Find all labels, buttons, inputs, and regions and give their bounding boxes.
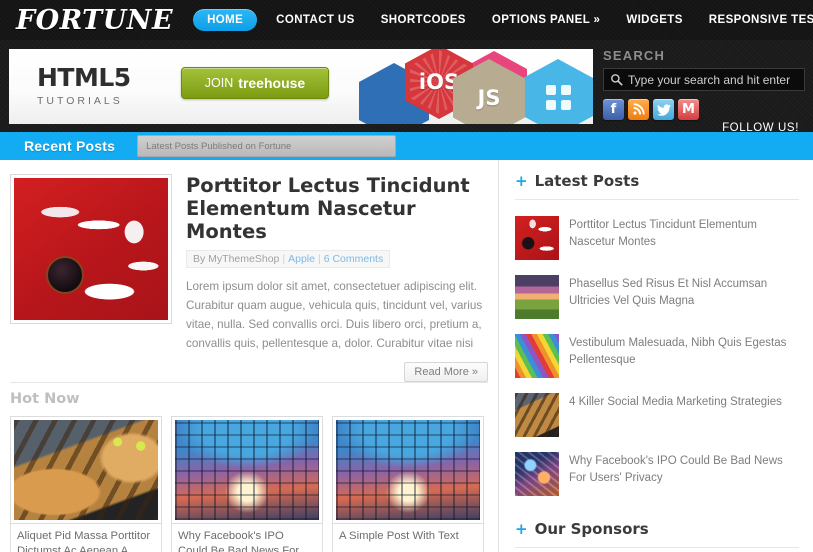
- banner-badges: iOS JS: [353, 49, 593, 124]
- treehouse-label: treehouse: [238, 75, 306, 91]
- search-heading: SEARCH: [603, 48, 666, 63]
- list-item[interactable]: 4 Killer Social Media Marketing Strategi…: [515, 386, 799, 445]
- post-title[interactable]: Why Facebook's IPO Could Be Bad News For…: [569, 452, 799, 496]
- follow-us-label: FOLLOW US!: [722, 122, 799, 134]
- post-title[interactable]: Phasellus Sed Risus Et Nisl Accumsan Ult…: [569, 275, 799, 319]
- arcade-photo: [175, 419, 319, 520]
- banner-headline: HTML5: [37, 63, 131, 92]
- list-item[interactable]: Why Facebook's IPO Could Be Bad News For…: [515, 445, 799, 504]
- header-band: HTML5 TUTORIALS JOIN treehouse iOS JS SE…: [0, 40, 813, 132]
- join-label: JOIN: [204, 76, 234, 90]
- facebook-icon[interactable]: f: [603, 99, 624, 120]
- meta-separator-2: |: [317, 253, 321, 265]
- sponsors-widget-title: + Our Sponsors: [515, 520, 799, 548]
- post-thumbnail-facebook: [515, 452, 559, 496]
- search-icon: [604, 73, 628, 86]
- plus-icon: +: [515, 172, 528, 190]
- main-content-column: Porttitor Lectus Tincidunt Elementum Nas…: [0, 160, 498, 552]
- hot-now-grid: Aliquet Pid Massa Porttitor Dictumst Ac …: [10, 415, 488, 552]
- hot-now-thumbnail[interactable]: [171, 415, 323, 524]
- page-body: Porttitor Lectus Tincidunt Elementum Nas…: [0, 160, 813, 552]
- list-item[interactable]: Vestibulum Malesuada, Nibh Quis Egestas …: [515, 327, 799, 386]
- dot-grid-icon: [545, 84, 571, 110]
- hot-now-card[interactable]: Aliquet Pid Massa Porttitor Dictumst Ac …: [10, 415, 162, 552]
- list-item[interactable]: Porttitor Lectus Tincidunt Elementum Nas…: [515, 209, 799, 268]
- meta-comments-link[interactable]: 6 Comments: [324, 253, 384, 265]
- search-input[interactable]: [628, 72, 804, 87]
- meta-separator-1: |: [282, 253, 286, 265]
- latest-posts-label: Latest Posts: [534, 172, 640, 190]
- post-thumbnail-flower: [515, 216, 559, 260]
- post-thumbnail-cat: [515, 393, 559, 437]
- latest-posts-list: Porttitor Lectus Tincidunt Elementum Nas…: [515, 200, 799, 504]
- hot-now-card[interactable]: A Simple Post With Text: [332, 415, 484, 552]
- tab-recent-posts[interactable]: Recent Posts: [24, 138, 115, 154]
- nav-item-widgets[interactable]: WIDGETS: [613, 0, 695, 40]
- gmail-icon[interactable]: M: [678, 99, 699, 120]
- badge-js-label: JS: [477, 86, 501, 110]
- site-logo[interactable]: FORTUNE: [0, 5, 187, 36]
- recent-posts-subtitle: Latest Posts Published on Fortune: [137, 135, 397, 157]
- recent-posts-bar: Recent Posts Latest Posts Published on F…: [0, 122, 813, 160]
- sponsors-label: Our Sponsors: [534, 520, 649, 538]
- featured-post-excerpt: Lorem ipsum dolor sit amet, consectetuer…: [186, 280, 483, 350]
- post-title[interactable]: Vestibulum Malesuada, Nibh Quis Egestas …: [569, 334, 799, 378]
- hot-now-thumbnail[interactable]: [332, 415, 484, 524]
- sidebar: + Latest Posts Porttitor Lectus Tincidun…: [498, 160, 813, 552]
- plus-icon: +: [515, 520, 528, 538]
- featured-post: Porttitor Lectus Tincidunt Elementum Nas…: [0, 160, 498, 382]
- social-icons: f M: [603, 99, 805, 120]
- nav-item-responsive-test[interactable]: RESPONSIVE TEST: [696, 0, 813, 40]
- twitter-icon[interactable]: [653, 99, 674, 120]
- cat-photo: [14, 419, 158, 520]
- hot-now-section: Hot Now Aliquet Pid Massa Porttitor Dict…: [10, 381, 488, 552]
- nav-item-contact-us[interactable]: CONTACT US: [263, 0, 368, 40]
- nav-item-home[interactable]: HOME: [193, 9, 258, 31]
- nav-item-shortcodes[interactable]: SHORTCODES: [368, 0, 479, 40]
- featured-post-meta: By MyThemeShop | Apple | 6 Comments: [186, 250, 391, 268]
- meta-category-link[interactable]: Apple: [288, 253, 315, 265]
- featured-post-title[interactable]: Porttitor Lectus Tincidunt Elementum Nas…: [186, 174, 488, 243]
- banner-advertisement[interactable]: HTML5 TUTORIALS JOIN treehouse iOS JS: [9, 49, 593, 124]
- list-item[interactable]: Phasellus Sed Risus Et Nisl Accumsan Ult…: [515, 268, 799, 327]
- post-title[interactable]: 4 Killer Social Media Marketing Strategi…: [569, 393, 782, 437]
- post-title[interactable]: Porttitor Lectus Tincidunt Elementum Nas…: [569, 216, 799, 260]
- banner-subhead: TUTORIALS: [37, 95, 123, 107]
- featured-post-thumbnail[interactable]: [10, 174, 172, 324]
- join-treehouse-button[interactable]: JOIN treehouse: [181, 67, 329, 99]
- hot-now-thumbnail[interactable]: [10, 415, 162, 524]
- read-more-button[interactable]: Read More »: [404, 361, 488, 382]
- red-flower-photo: [14, 178, 168, 320]
- arcade-photo: [336, 419, 480, 520]
- latest-posts-widget-title: + Latest Posts: [515, 172, 799, 200]
- sponsors-widget: + Our Sponsors: [515, 520, 799, 548]
- nav-item-options-panel[interactable]: OPTIONS PANEL »: [479, 0, 613, 40]
- main-menu: HOME CONTACT US SHORTCODES OPTIONS PANEL…: [187, 0, 813, 40]
- banner-text-block: HTML5 TUTORIALS: [37, 65, 131, 107]
- rss-icon[interactable]: [628, 99, 649, 120]
- hot-now-caption[interactable]: A Simple Post With Text: [332, 523, 484, 552]
- hot-now-caption[interactable]: Aliquet Pid Massa Porttitor Dictumst Ac …: [10, 523, 162, 552]
- hex-badge-cyan-icon: [523, 59, 593, 124]
- search-box[interactable]: [603, 68, 805, 91]
- post-thumbnail-pencils: [515, 334, 559, 378]
- featured-post-body: Porttitor Lectus Tincidunt Elementum Nas…: [172, 174, 488, 382]
- hot-now-card[interactable]: Why Facebook's IPO Could Be Bad News For…: [171, 415, 323, 552]
- post-thumbnail-sunset: [515, 275, 559, 319]
- hot-now-caption[interactable]: Why Facebook's IPO Could Be Bad News For…: [171, 523, 323, 552]
- top-navigation-bar: FORTUNE HOME CONTACT US SHORTCODES OPTIO…: [0, 0, 813, 40]
- hot-now-title: Hot Now: [10, 390, 80, 407]
- search-column: SEARCH f: [593, 40, 813, 132]
- meta-author: By MyThemeShop: [193, 253, 280, 265]
